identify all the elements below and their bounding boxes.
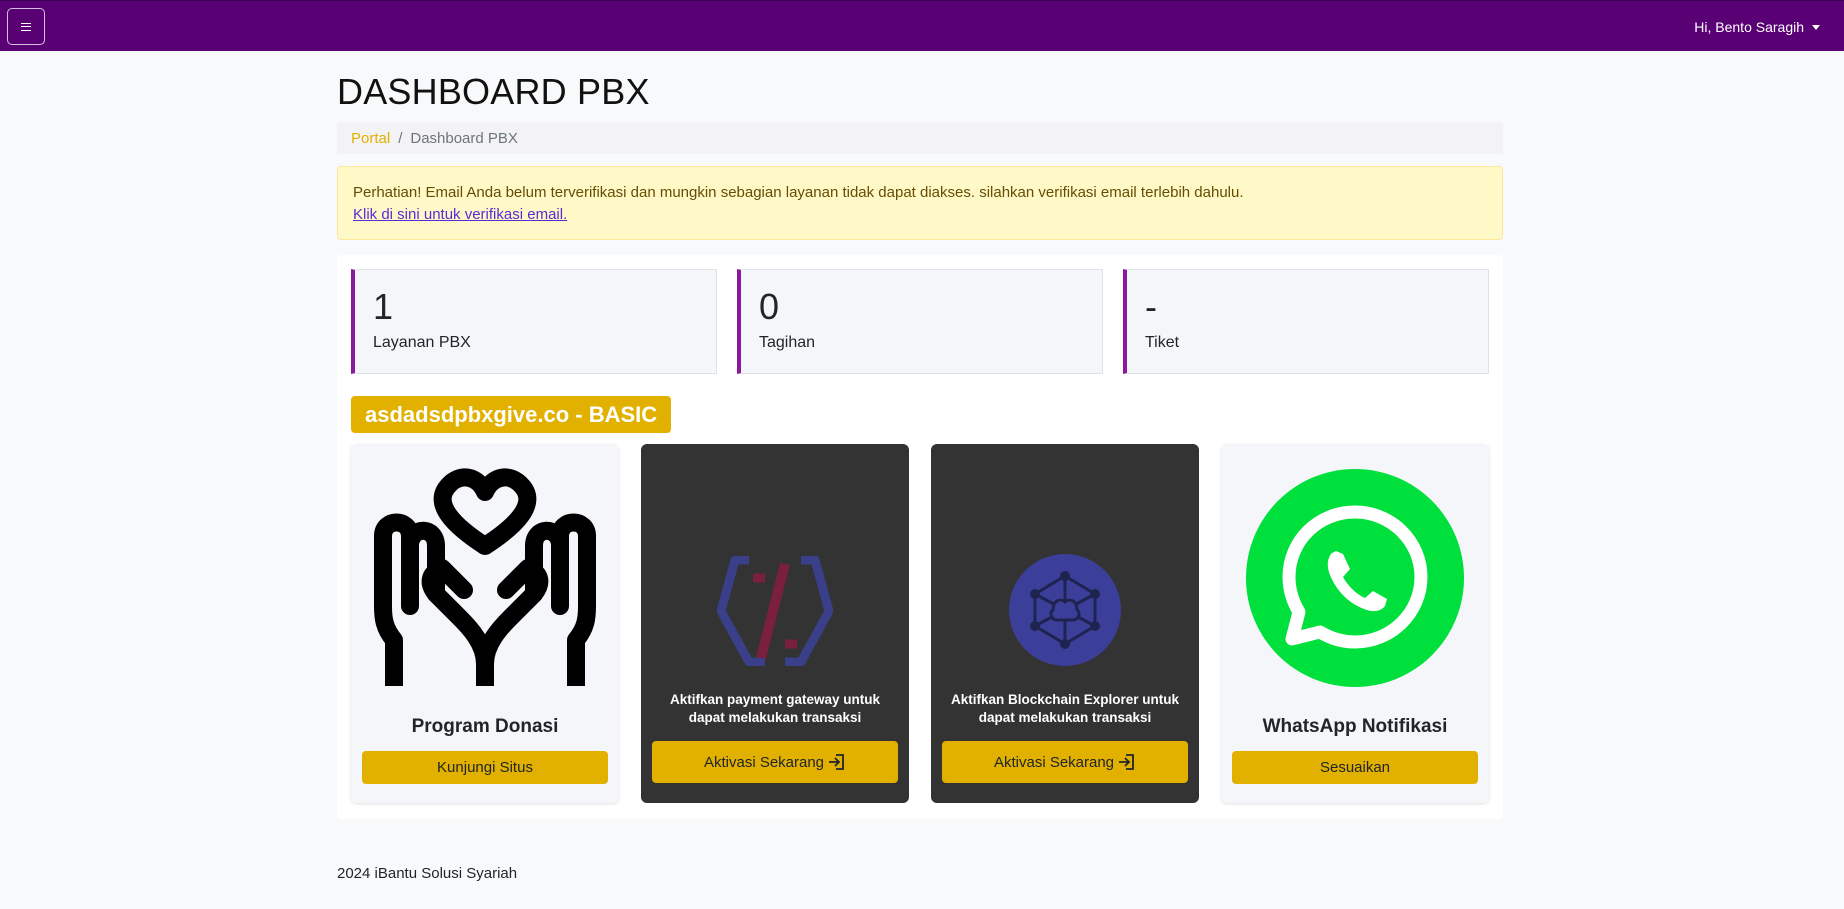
stat-card-tiket: - Tiket	[1123, 269, 1489, 374]
visit-site-button[interactable]: Kunjungi Situs	[362, 751, 608, 784]
breadcrumb-separator: /	[398, 130, 403, 147]
dashboard-panel: 1 Layanan PBX 0 Tagihan - Tiket asdadsdp…	[337, 255, 1503, 819]
stat-value: 0	[759, 286, 780, 327]
card-whatsapp-notifikasi: WhatsApp Notifikasi Sesuaikan	[1221, 444, 1489, 803]
stat-label: Tiket	[1145, 334, 1180, 351]
card-payment-gateway: Aktifkan payment gateway untuk dapat mel…	[641, 444, 909, 803]
customize-whatsapp-button[interactable]: Sesuaikan	[1232, 751, 1478, 784]
card-title: WhatsApp Notifikasi	[1262, 716, 1448, 737]
sign-in-icon	[1119, 754, 1134, 770]
footer-copyright: 2024 iBantu Solusi Syariah	[337, 865, 518, 882]
stat-label: Tagihan	[759, 334, 816, 351]
whatsapp-icon	[1246, 469, 1464, 687]
card-program-donasi: Program Donasi Kunjungi Situs	[351, 444, 619, 803]
hamburger-icon	[21, 22, 31, 31]
email-verification-alert: Perhatian! Email Anda belum terverifikas…	[337, 166, 1503, 240]
activate-payment-gateway-button[interactable]: Aktivasi Sekarang	[652, 741, 898, 783]
payment-gateway-icon	[717, 556, 833, 666]
donation-hands-heart-icon	[374, 468, 596, 686]
button-label: Aktivasi Sekarang	[993, 753, 1115, 771]
breadcrumb-current: Dashboard PBX	[410, 130, 518, 147]
stat-card-layanan-pbx: 1 Layanan PBX	[351, 269, 717, 374]
stat-value: 1	[373, 286, 394, 327]
alert-message: Perhatian! Email Anda belum terverifikas…	[353, 184, 1244, 201]
activate-blockchain-explorer-button[interactable]: Aktivasi Sekarang	[942, 741, 1188, 783]
sign-in-icon	[829, 754, 844, 770]
verify-email-link[interactable]: Klik di sini untuk verifikasi email.	[353, 204, 567, 226]
button-label: Aktivasi Sekarang	[703, 753, 825, 771]
card-blockchain-explorer: Aktifkan Blockchain Explorer untuk dapat…	[931, 444, 1199, 803]
page-title: DASHBOARD PBX	[337, 71, 650, 112]
breadcrumb: Portal / Dashboard PBX	[337, 123, 1503, 154]
menu-toggle-button[interactable]	[7, 8, 45, 45]
stat-card-tagihan: 0 Tagihan	[737, 269, 1103, 374]
card-title: Program Donasi	[411, 716, 559, 737]
blockchain-network-icon	[1009, 554, 1121, 666]
stat-label: Layanan PBX	[373, 334, 471, 351]
card-description: Aktifkan payment gateway untuk dapat mel…	[669, 692, 881, 725]
user-dropdown[interactable]: Hi, Bento Saragih	[1694, 19, 1820, 35]
user-greeting: Hi, Bento Saragih	[1694, 19, 1804, 35]
card-description: Aktifkan Blockchain Explorer untuk dapat…	[950, 692, 1180, 725]
domain-plan-badge: asdadsdpbxgive.co - BASIC	[351, 396, 672, 433]
top-navbar: Hi, Bento Saragih	[0, 0, 1844, 51]
caret-down-icon	[1812, 24, 1820, 30]
breadcrumb-portal-link[interactable]: Portal	[351, 130, 390, 147]
stat-value: -	[1145, 286, 1157, 327]
